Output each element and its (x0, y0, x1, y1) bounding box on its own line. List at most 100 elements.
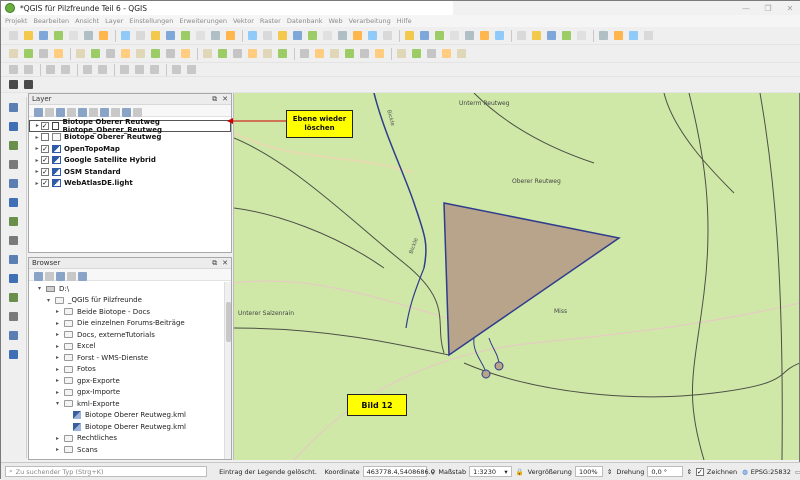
expand-arrow-icon[interactable]: ▸ (56, 354, 64, 361)
toolbar-button-icon[interactable] (98, 106, 109, 117)
add-layer-icon[interactable] (7, 310, 20, 323)
close-icon[interactable]: ✕ (222, 95, 228, 104)
browser-item[interactable]: ▸ Fotos (29, 364, 231, 376)
toolbar-button-icon[interactable] (381, 29, 394, 42)
browser-item[interactable]: Biotope Oberer Reutweg.kml (29, 410, 231, 422)
toolbar-button-icon[interactable] (7, 63, 20, 76)
toolbar-button-icon[interactable] (261, 47, 274, 60)
toolbar-button-icon[interactable] (642, 29, 655, 42)
collapse-arrow-icon[interactable]: ▾ (56, 400, 64, 407)
toolbar-button-icon[interactable] (515, 29, 528, 42)
menu-web[interactable]: Web (329, 17, 343, 25)
expand-arrow-icon[interactable]: ▸ (56, 389, 64, 396)
layer-visibility-checkbox[interactable]: ✓ (41, 156, 49, 165)
menu-vektor[interactable]: Vektor (233, 17, 254, 25)
add-layer-icon[interactable] (7, 196, 20, 209)
add-layer-icon[interactable] (7, 101, 20, 114)
browser-item[interactable]: ▾ kml-Exporte (29, 398, 231, 410)
toolbar-button-icon[interactable] (493, 29, 506, 42)
messages-icon[interactable]: ▭ (795, 468, 800, 476)
menu-layer[interactable]: Layer (105, 17, 123, 25)
toolbar-button-icon[interactable] (76, 106, 87, 117)
layer-visibility-checkbox[interactable]: ✓ (41, 144, 49, 153)
layer-item[interactable]: ▸ ✓ WebAtlasDE.light (29, 178, 231, 190)
browser-item[interactable]: ▸ Excel (29, 341, 231, 353)
toolbar-button-icon[interactable] (54, 106, 65, 117)
toolbar-button-icon[interactable] (201, 47, 214, 60)
menu-verarbeitung[interactable]: Verarbeitung (349, 17, 391, 25)
magnifier-field[interactable]: 100% (574, 466, 603, 477)
toolbar-button-icon[interactable] (7, 47, 20, 60)
render-checkbox[interactable]: ✓ (696, 467, 704, 476)
toolbar-button-icon[interactable] (179, 47, 192, 60)
toolbar-button-icon[interactable] (37, 47, 50, 60)
layer-item[interactable]: ▸ ✓ Google Satellite Hybrid (29, 155, 231, 167)
toolbar-button-icon[interactable] (597, 29, 610, 42)
toolbar-button-icon[interactable] (395, 47, 408, 60)
toolbar-button-icon[interactable] (366, 29, 379, 42)
float-icon[interactable]: ⧉ (212, 259, 217, 268)
toolbar-button-icon[interactable] (403, 29, 416, 42)
toolbar-button-icon[interactable] (109, 106, 120, 117)
toolbar-button-icon[interactable] (52, 47, 65, 60)
layer-visibility-checkbox[interactable] (41, 133, 49, 142)
toolbar-button-icon[interactable] (455, 47, 468, 60)
toolbar-button-icon[interactable] (43, 106, 54, 117)
toolbar-button-icon[interactable] (96, 63, 109, 76)
toolbar-button-icon[interactable] (418, 29, 431, 42)
toolbar-button-icon[interactable] (74, 47, 87, 60)
toolbar-button-icon[interactable] (440, 47, 453, 60)
toolbar-button-icon[interactable] (276, 29, 289, 42)
add-layer-icon[interactable] (7, 253, 20, 266)
spin-arrows-icon[interactable]: ⇕ (607, 468, 612, 476)
toolbar-button-icon[interactable] (261, 29, 274, 42)
menu-erweiterungen[interactable]: Erweiterungen (179, 17, 227, 25)
expand-arrow-icon[interactable]: ▸ (56, 308, 64, 315)
toolbar-button-icon[interactable] (321, 29, 334, 42)
toolbar-button-icon[interactable] (530, 29, 543, 42)
scale-select[interactable]: 1:3230 ▾ (469, 466, 512, 477)
layer-item[interactable]: ▸ ✓ OSM Standard (29, 166, 231, 178)
toolbar-button-icon[interactable] (612, 29, 625, 42)
toolbar-button-icon[interactable] (291, 29, 304, 42)
expand-arrow-icon[interactable]: ▸ (33, 157, 41, 164)
toolbar-button-icon[interactable] (276, 47, 289, 60)
expand-arrow-icon[interactable]: ▸ (56, 320, 64, 327)
browser-item[interactable]: ▸ Die einzelnen Forums-Beiträge (29, 318, 231, 330)
toolbar-button-icon[interactable] (87, 106, 98, 117)
toolbar-button-icon[interactable] (22, 47, 35, 60)
toolbar-button-icon[interactable] (425, 47, 438, 60)
add-layer-icon[interactable] (7, 215, 20, 228)
expand-arrow-icon[interactable]: ▸ (56, 435, 64, 442)
expand-arrow-icon[interactable]: ▸ (33, 168, 41, 175)
toolbar-button-icon[interactable] (448, 29, 461, 42)
toolbar-button-icon[interactable] (478, 29, 491, 42)
toolbar-button-icon[interactable] (246, 47, 259, 60)
toolbar-button-icon[interactable] (216, 47, 229, 60)
collapse-arrow-icon[interactable]: ▾ (38, 285, 46, 292)
toolbar-button-icon[interactable] (32, 106, 43, 117)
toolbar-button-icon[interactable] (463, 29, 476, 42)
toolbar-button-icon[interactable] (7, 78, 20, 91)
toolbar-button-icon[interactable] (224, 29, 237, 42)
toolbar-button-icon[interactable] (22, 63, 35, 76)
add-layer-icon[interactable] (7, 291, 20, 304)
toolbar-button-icon[interactable] (44, 63, 57, 76)
expand-arrow-icon[interactable]: ▸ (33, 180, 41, 187)
toolbar-button-icon[interactable] (89, 47, 102, 60)
toolbar-button-icon[interactable] (22, 29, 35, 42)
toolbar-button-icon[interactable] (164, 29, 177, 42)
toolbar-button-icon[interactable] (410, 47, 423, 60)
toolbar-button-icon[interactable] (545, 29, 558, 42)
menu-raster[interactable]: Raster (260, 17, 281, 25)
collapse-arrow-icon[interactable]: ▾ (47, 297, 55, 304)
scale-lock-icon[interactable]: 🔒 (516, 468, 524, 476)
toolbar-button-icon[interactable] (82, 29, 95, 42)
toolbar-button-icon[interactable] (343, 47, 356, 60)
toolbar-button-icon[interactable] (209, 29, 222, 42)
toolbar-button-icon[interactable] (52, 29, 65, 42)
toolbar-button-icon[interactable] (149, 29, 162, 42)
toolbar-button-icon[interactable] (32, 270, 43, 281)
expand-arrow-icon[interactable]: ▸ (34, 122, 41, 129)
toolbar-button-icon[interactable] (328, 47, 341, 60)
